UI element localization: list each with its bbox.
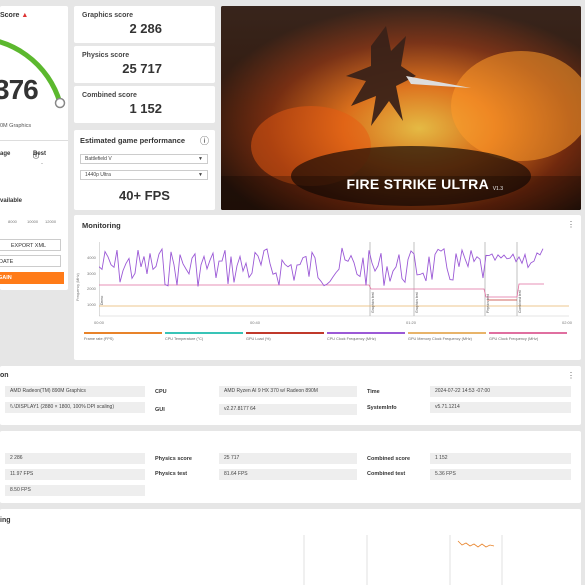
graphics-test-2-value: 8.50 FPS xyxy=(5,485,145,496)
time-value: 2024-07-22 14:53 -07:00 xyxy=(430,386,571,397)
gauge-knob xyxy=(54,97,66,109)
availability-text: vailable xyxy=(0,198,23,204)
y-tick: 2000 xyxy=(87,286,96,291)
physics-score-value: 25 717 xyxy=(122,61,162,76)
game-select[interactable]: Battlefield V ▼ xyxy=(80,154,208,164)
score-panel: Score ▲ 376 0M Graphics age Best ⓘ - vai… xyxy=(0,6,68,290)
cpu-label: CPU xyxy=(155,389,167,395)
run-again-button[interactable]: GAIN xyxy=(0,272,64,284)
combined-score-label: Combined score xyxy=(82,92,137,99)
legend-swatch xyxy=(246,332,324,334)
more-menu-icon[interactable]: ⋮ xyxy=(567,220,575,229)
legend-swatch xyxy=(408,332,486,334)
warning-icon: ▲ xyxy=(21,12,29,19)
info-icon[interactable]: ⓘ xyxy=(200,134,209,147)
combined-test-label: Combined test xyxy=(367,471,406,477)
marker-label: Physics test xyxy=(486,294,490,313)
game-performance-title: Estimated game performance xyxy=(80,136,186,145)
chevron-down-icon: ▼ xyxy=(198,172,203,178)
x-tick: 02:00 xyxy=(562,320,573,325)
detailed-monitoring-card: ing xyxy=(0,509,581,585)
banner-version: V1.3 xyxy=(492,186,503,192)
graphics-test-1-value: 11.97 FPS xyxy=(5,469,145,480)
y-axis-label: Frequency (MHz) xyxy=(75,273,80,301)
export-xml-button[interactable]: EXPORT XML xyxy=(0,239,61,251)
graphics-score-label: Graphics score xyxy=(82,12,133,19)
legend-swatch xyxy=(84,332,162,334)
legend-swatch xyxy=(165,332,243,334)
axis-tick: 8000 xyxy=(8,219,17,224)
x-tick: 00:40 xyxy=(250,320,261,325)
gpu-clock-line xyxy=(99,283,544,298)
legend-item[interactable]: CPU Clock Frequency (MHz) xyxy=(327,337,376,341)
resolution-select[interactable]: 1440p Ultra ▼ xyxy=(80,170,208,180)
info-icon[interactable]: ⓘ xyxy=(33,151,39,160)
legend-swatch xyxy=(327,332,405,334)
legend-item[interactable]: GPU Clock Frequency (MHz) xyxy=(489,337,538,341)
legend-item[interactable]: Frame rate (FPS) xyxy=(84,337,114,341)
axis-tick: 12000 xyxy=(45,219,57,224)
estimated-fps: 40+ FPS xyxy=(119,188,170,203)
physics-test-label: Physics test xyxy=(155,471,188,477)
y-tick: 1000 xyxy=(87,302,96,307)
combined-score-label: Combined score xyxy=(367,456,411,462)
systeminfo-value: v5.71.1214 xyxy=(430,402,571,413)
graphics-score-card: Graphics score 2 286 xyxy=(74,6,215,43)
combined-score-value: 1 152 xyxy=(129,101,162,116)
chevron-down-icon: ▼ xyxy=(198,156,203,162)
time-label: Time xyxy=(367,389,380,395)
monitoring-title: Monitoring xyxy=(82,221,121,230)
physics-score-label: Physics score xyxy=(155,456,192,462)
marker-label: Combined test xyxy=(518,290,522,313)
graphics-score-value: 2 286 xyxy=(129,21,162,36)
legend-item[interactable]: CPU Temperature (°C) xyxy=(165,337,203,341)
legend-item[interactable]: GPU Load (%) xyxy=(246,337,271,341)
overall-score: 376 xyxy=(0,74,39,105)
graphics-score-detail: 2 286 xyxy=(5,453,145,464)
physics-score-label: Physics score xyxy=(82,52,130,59)
update-button[interactable]: DATE xyxy=(0,255,61,267)
marker-label: Demo xyxy=(100,295,104,305)
legend-swatch xyxy=(489,332,567,334)
monitoring-plot xyxy=(99,242,569,317)
average-label: age xyxy=(0,151,11,157)
y-tick: 4000 xyxy=(87,255,96,260)
physics-score-card: Physics score 25 717 xyxy=(74,46,215,83)
game-performance-card: Estimated game performance ⓘ Battlefield… xyxy=(74,130,215,210)
x-tick: 00:00 xyxy=(94,320,105,325)
benchmark-banner: FIRE STRIKE ULTRA V1.3 xyxy=(221,6,581,210)
detailed-monitoring-plot xyxy=(303,535,503,585)
score-title: Score ▲ xyxy=(0,12,29,19)
gpu-name: 0M Graphics xyxy=(0,123,32,129)
physics-test-value: 81.64 FPS xyxy=(219,469,357,480)
gui-label: GUI xyxy=(155,407,165,413)
detailed-scores-card: 2 286 11.97 FPS 8.50 FPS Physics score 2… xyxy=(0,431,581,503)
banner-title: FIRE STRIKE ULTRA xyxy=(346,176,489,192)
marker-label: Graphics test xyxy=(371,292,375,313)
combined-test-value: 5.36 FPS xyxy=(430,469,571,480)
combined-score-card: Combined score 1 152 xyxy=(74,86,215,123)
system-info-card: on ⋮ AMD Radeon(TM) 890M Graphics \\.\DI… xyxy=(0,366,581,425)
system-info-title: on xyxy=(0,372,9,379)
marker-label: Graphics test xyxy=(415,292,419,313)
more-menu-icon[interactable]: ⋮ xyxy=(567,371,575,380)
physics-score-detail: 25 717 xyxy=(219,453,357,464)
legend-item[interactable]: GPU Memory Clock Frequency (MHz) xyxy=(408,337,472,341)
axis-tick: 10000 xyxy=(27,219,39,224)
y-tick: 3000 xyxy=(87,271,96,276)
monitoring-card: Monitoring ⋮ Frequency (MHz) 4000 3000 2… xyxy=(74,215,581,360)
systeminfo-label: SystemInfo xyxy=(367,405,397,411)
combined-score-detail: 1 152 xyxy=(430,453,571,464)
gui-value: v2.27.8177 64 xyxy=(219,404,357,415)
display-value: \\.\DISPLAY1 (2880 × 1800, 100% DPI scal… xyxy=(5,402,145,413)
x-tick: 01:20 xyxy=(406,320,417,325)
cpu-value: AMD Ryzen AI 9 HX 370 w/ Radeon 890M xyxy=(219,386,357,397)
best-value: - xyxy=(41,161,43,167)
gpu-value: AMD Radeon(TM) 890M Graphics xyxy=(5,386,145,397)
cpu-clock-line xyxy=(99,247,544,287)
